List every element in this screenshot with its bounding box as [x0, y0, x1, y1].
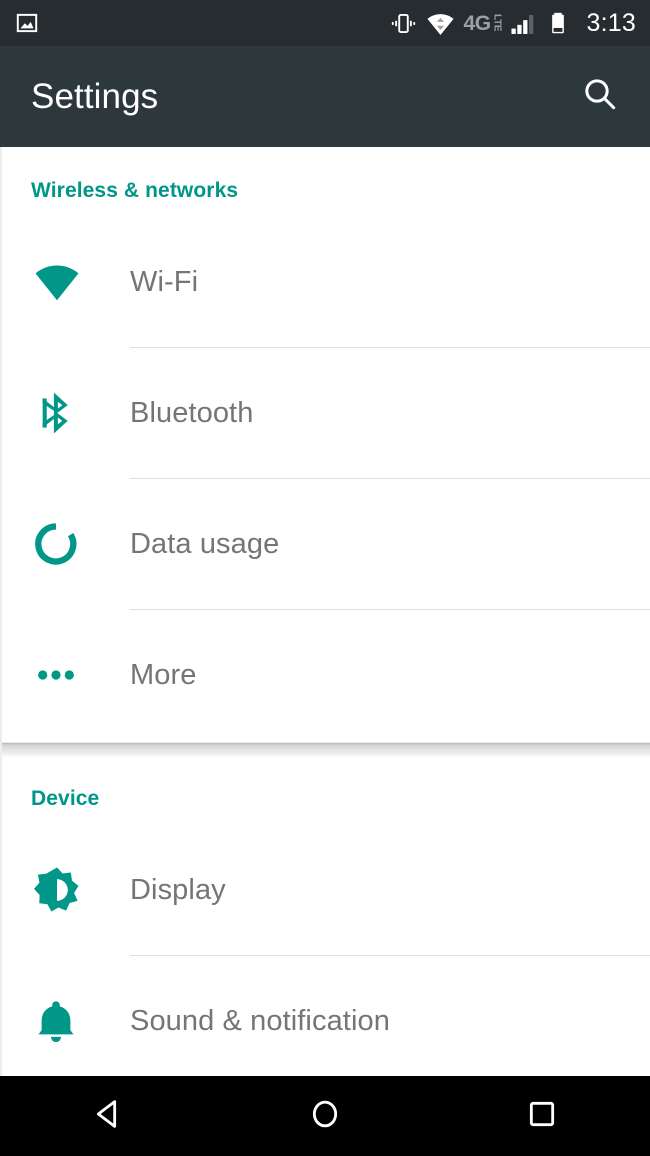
- wifi-data-activity-icon: [426, 9, 455, 38]
- settings-list[interactable]: Wireless & networks Wi-Fi Bluetooth Data…: [0, 147, 650, 1076]
- bell-icon: [2, 996, 130, 1046]
- network-type-icon: 4G LTE: [463, 11, 503, 35]
- navigation-bar: [0, 1076, 650, 1156]
- settings-row-label: Bluetooth: [130, 396, 254, 429]
- settings-row-more[interactable]: More: [2, 610, 650, 740]
- brightness-icon: [2, 864, 130, 916]
- photo-icon: [14, 10, 40, 36]
- section-header-wireless: Wireless & networks: [31, 179, 239, 202]
- settings-row-bluetooth[interactable]: Bluetooth: [2, 348, 650, 478]
- settings-row-label: Data usage: [130, 527, 280, 560]
- cell-signal-icon: [509, 10, 536, 37]
- settings-row-label: Wi-Fi: [130, 265, 199, 298]
- settings-row-wifi[interactable]: Wi-Fi: [2, 217, 650, 347]
- settings-group-wireless: Wireless & networks Wi-Fi Bluetooth Data…: [2, 147, 650, 740]
- status-bar-notifications: [14, 10, 40, 36]
- search-icon: [580, 74, 620, 119]
- settings-row-data-usage[interactable]: Data usage: [2, 479, 650, 609]
- wifi-icon: [2, 256, 130, 308]
- recents-icon: [522, 1094, 562, 1139]
- status-bar-system-icons: 4G LTE 3:13: [390, 9, 636, 38]
- settings-row-display[interactable]: Display: [2, 825, 650, 955]
- page-title: Settings: [31, 76, 159, 116]
- more-dots-icon: [2, 650, 130, 700]
- network-type-secondary: LTE: [491, 13, 503, 31]
- battery-icon: [545, 10, 571, 36]
- settings-row-label: Sound & notification: [130, 1004, 390, 1037]
- search-button[interactable]: [574, 71, 626, 123]
- settings-row-label: Display: [130, 873, 226, 906]
- home-icon: [305, 1094, 345, 1139]
- status-bar[interactable]: 4G LTE 3:13: [0, 0, 650, 46]
- status-bar-clock: 3:13: [586, 8, 636, 37]
- nav-home-button[interactable]: [270, 1076, 380, 1156]
- back-icon: [88, 1094, 128, 1139]
- group-separator: [2, 740, 650, 758]
- settings-group-device: Device Display Sound & notification: [2, 758, 650, 1076]
- nav-recents-button[interactable]: [487, 1076, 597, 1156]
- data-usage-icon: [2, 519, 130, 569]
- settings-row-label: More: [130, 658, 197, 691]
- vibrate-icon: [390, 10, 417, 37]
- bluetooth-icon: [2, 388, 130, 438]
- app-bar: Settings: [0, 46, 650, 147]
- section-header-device: Device: [31, 787, 100, 810]
- network-type-primary: 4G: [463, 11, 492, 35]
- nav-back-button[interactable]: [53, 1076, 163, 1156]
- settings-row-sound[interactable]: Sound & notification: [2, 956, 650, 1076]
